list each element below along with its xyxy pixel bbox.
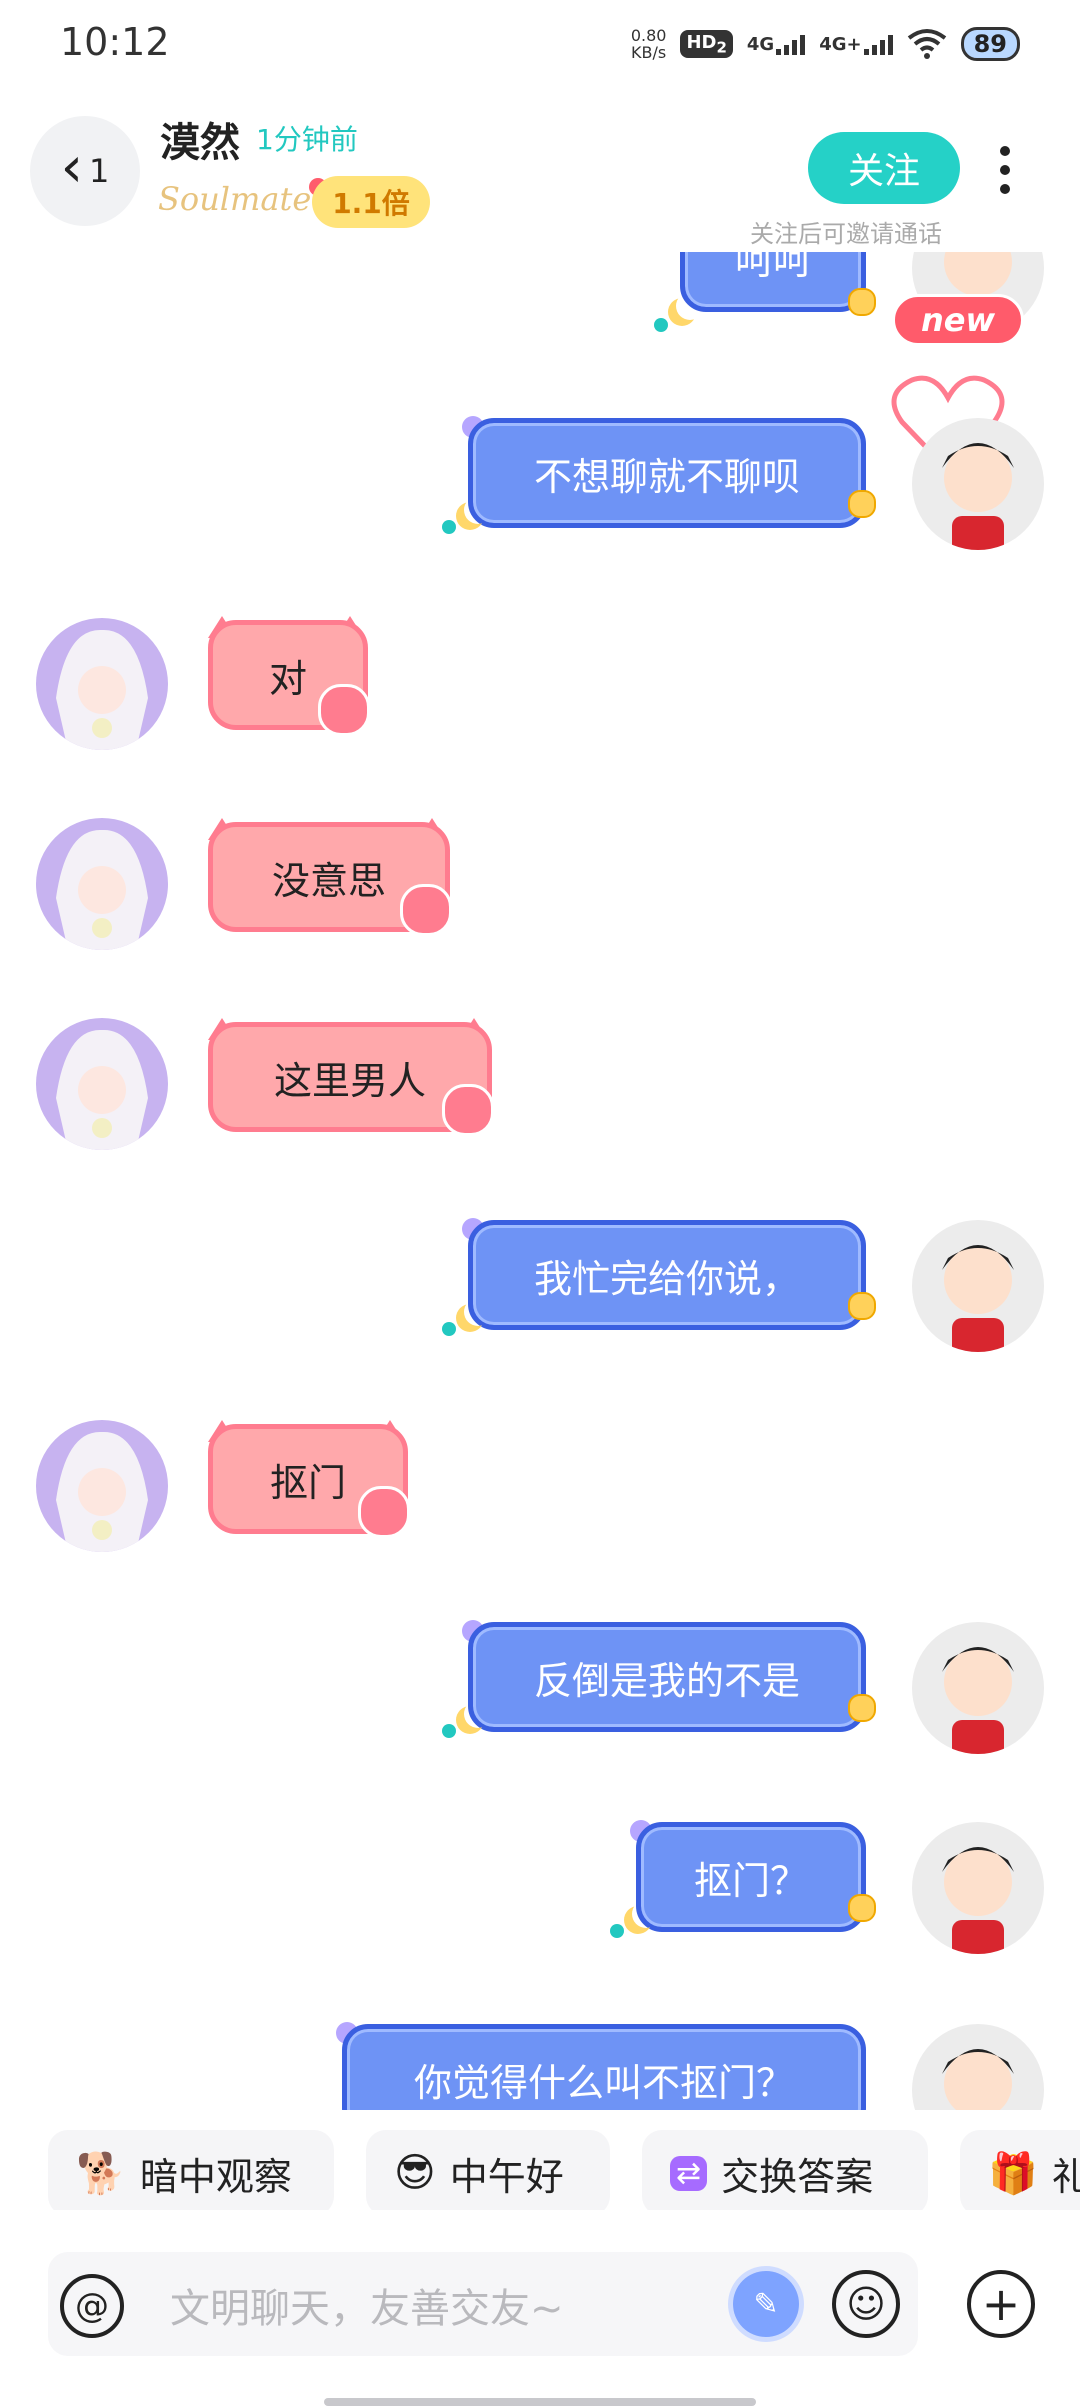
message-text: 呵呵 xyxy=(734,252,811,283)
message-text: 不想聊就不聊呗 xyxy=(533,454,800,499)
hd-icon: HD2 xyxy=(680,29,733,59)
quick-reply-chip[interactable]: 🐕 暗中观察 xyxy=(48,2130,334,2210)
planet-decoration-icon xyxy=(848,288,876,316)
signal-1-icon: 4G xyxy=(746,33,806,55)
moon-decoration-icon xyxy=(464,1298,492,1326)
dot-decoration xyxy=(442,1724,456,1738)
home-indicator[interactable] xyxy=(324,2398,756,2406)
gift-icon: 🎁 xyxy=(988,2150,1038,2197)
avatar-contact[interactable] xyxy=(36,1018,168,1150)
contact-name[interactable]: 漠然 xyxy=(160,110,240,168)
chevron-left-icon: ‹ xyxy=(60,135,84,200)
quick-reply-chip[interactable]: 😎 中午好 xyxy=(366,2130,610,2210)
avatar-me[interactable] xyxy=(912,1220,1044,1352)
avatar-me[interactable] xyxy=(912,418,1044,550)
planet-decoration-icon xyxy=(848,1694,876,1722)
quick-reply-bar[interactable]: 🐕 暗中观察 😎 中午好 ⇄ 交换答案 🎁 礼 xyxy=(0,2110,1080,2210)
follow-hint: 关注后可邀请通话 xyxy=(750,220,942,248)
message-text: 抠门？ xyxy=(693,1858,808,1903)
planet-decoration-icon xyxy=(848,490,876,518)
net-speed-value: 0.80 xyxy=(630,26,667,45)
message-bubble-sent[interactable]: 抠门？ xyxy=(636,1822,866,1932)
input-placeholder[interactable]: 文明聊天，友善交友~ xyxy=(170,2276,564,2334)
back-button[interactable]: ‹ 1 xyxy=(30,116,140,226)
dot-decoration xyxy=(442,520,456,534)
paw-decoration-icon xyxy=(400,884,452,936)
unread-count: 1 xyxy=(89,152,110,190)
hd-label: HD xyxy=(686,31,717,53)
moon-decoration-icon xyxy=(464,496,492,524)
status-icons: 0.80 KB/s HD2 4G 4G+ 89 xyxy=(631,22,1020,66)
net-speed-unit: KB/s xyxy=(631,43,667,62)
message-text: 反倒是我的不是 xyxy=(533,1658,800,1703)
battery-icon: 89 xyxy=(960,27,1020,61)
message-text: 没意思 xyxy=(271,858,386,903)
avatar-me[interactable] xyxy=(912,2024,1044,2110)
message-bubble-sent[interactable]: 你觉得什么叫不抠门？ xyxy=(342,2024,866,2110)
message-bubble-sent[interactable]: 我忙完给你说， xyxy=(468,1220,866,1330)
chat-header: ‹ 1 漠然 1分钟前 Soulmate 1.1倍 关注 关注后可邀请通话 xyxy=(0,90,1080,250)
signal-2-icon: 4G+ xyxy=(819,33,893,55)
message-text: 抠门 xyxy=(269,1460,346,1505)
ai-assistant-icon[interactable]: ✎ xyxy=(733,2271,799,2337)
message-text: 对 xyxy=(268,656,307,701)
more-options-icon[interactable] xyxy=(990,140,1020,200)
moon-decoration-icon xyxy=(676,292,704,320)
exchange-icon: ⇄ xyxy=(670,2155,708,2191)
wifi-icon xyxy=(907,29,946,59)
status-bar: 10:12 0.80 KB/s HD2 4G 4G+ 89 xyxy=(0,0,1080,90)
message-list[interactable]: 呵呵 new 不想聊就不聊呗 对 没意思 这里男人 我忙完给你说， 抠门 反倒是… xyxy=(0,252,1080,2110)
last-seen: 1分钟前 xyxy=(256,123,358,156)
chip-label: 交换答案 xyxy=(721,2154,874,2199)
paw-decoration-icon xyxy=(442,1084,494,1136)
dot-decoration xyxy=(610,1924,624,1938)
moon-decoration-icon xyxy=(632,1900,660,1928)
signal-2-label: 4G+ xyxy=(819,34,862,55)
dog-icon: 🐕 xyxy=(76,2150,126,2197)
message-bubble-sent[interactable]: 反倒是我的不是 xyxy=(468,1622,866,1732)
quick-reply-chip[interactable]: 🎁 礼 xyxy=(960,2130,1080,2210)
soulmate-badge[interactable]: Soulmate xyxy=(158,178,328,218)
emoji-icon[interactable]: ☺ xyxy=(832,2270,900,2338)
dot-decoration xyxy=(654,318,668,332)
message-bubble-sent[interactable]: 不想聊就不聊呗 xyxy=(468,418,866,528)
message-text: 这里男人 xyxy=(273,1058,426,1103)
plus-icon[interactable]: + xyxy=(967,2270,1035,2338)
follow-button[interactable]: 关注 xyxy=(808,132,960,204)
avatar-contact[interactable] xyxy=(36,618,168,750)
avatar-me[interactable] xyxy=(912,1622,1044,1754)
message-text: 我忙完给你说， xyxy=(533,1256,800,1301)
chip-label: 礼 xyxy=(1051,2154,1080,2199)
avatar-contact[interactable] xyxy=(36,1420,168,1552)
signal-1-label: 4G xyxy=(746,34,775,55)
chip-label: 中午好 xyxy=(449,2154,564,2199)
new-badge: new xyxy=(892,294,1024,346)
message-text: 你觉得什么叫不抠门？ xyxy=(413,2060,794,2105)
planet-decoration-icon xyxy=(848,1292,876,1320)
paw-decoration-icon xyxy=(358,1486,410,1538)
mention-icon[interactable]: @ xyxy=(60,2274,124,2338)
clock: 10:12 xyxy=(60,20,170,64)
sim2-label: 2 xyxy=(716,38,727,57)
sun-icon: 😎 xyxy=(394,2150,436,2196)
net-speed: 0.80 KB/s xyxy=(631,27,667,61)
moon-decoration-icon xyxy=(464,1700,492,1728)
dot-decoration xyxy=(442,1322,456,1336)
paw-decoration-icon xyxy=(318,684,370,736)
avatar-contact[interactable] xyxy=(36,818,168,950)
chip-label: 暗中观察 xyxy=(139,2154,292,2199)
quick-reply-chip[interactable]: ⇄ 交换答案 xyxy=(642,2130,928,2210)
planet-decoration-icon xyxy=(848,1894,876,1922)
soulmate-label: Soulmate xyxy=(158,180,312,218)
message-bubble-sent[interactable]: 呵呵 xyxy=(680,252,866,312)
avatar-me[interactable] xyxy=(912,1822,1044,1954)
multiplier-badge[interactable]: 1.1倍 xyxy=(312,176,430,228)
